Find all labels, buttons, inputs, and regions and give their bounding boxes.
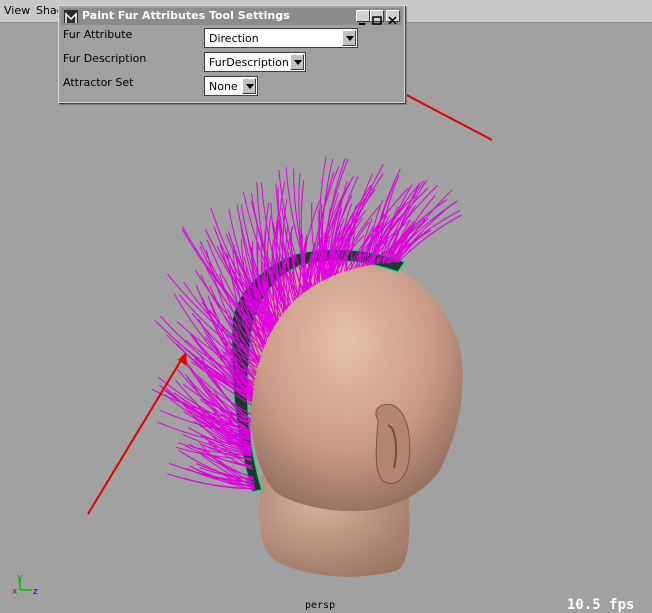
viewport-3d[interactable]: y x z View Shac Paint Fur Attributes Too… <box>0 0 652 613</box>
close-icon[interactable] <box>386 10 400 25</box>
dropdown-arrow-icon[interactable] <box>290 54 304 70</box>
camera-name: persp <box>305 600 336 611</box>
fur-attribute-value: Direction <box>209 32 259 45</box>
svg-text:x: x <box>12 587 18 597</box>
tool-settings-dialog: Paint Fur Attributes Tool Settings Fur A… <box>58 5 405 103</box>
annotation-arrow-bottom <box>87 356 184 515</box>
dialog-titlebar[interactable]: Paint Fur Attributes Tool Settings <box>61 8 402 25</box>
svg-text:z: z <box>33 587 38 597</box>
maya-logo-icon <box>64 10 78 23</box>
fur-attribute-dropdown[interactable]: Direction <box>204 28 358 48</box>
maximize-icon[interactable] <box>370 10 384 25</box>
minimize-icon[interactable] <box>356 10 370 25</box>
dialog-title: Paint Fur Attributes Tool Settings <box>82 9 290 22</box>
fur-description-value: FurDescription1 <box>209 56 296 69</box>
fur-attribute-label: Fur Attribute <box>63 28 133 41</box>
fur-description-label: Fur Description <box>63 52 147 65</box>
svg-text:y: y <box>17 573 23 583</box>
dropdown-arrow-icon[interactable] <box>242 78 256 94</box>
fur-description-dropdown[interactable]: FurDescription1 <box>204 52 306 72</box>
attractor-set-value: None <box>209 80 238 93</box>
attractor-set-dropdown[interactable]: None <box>204 76 258 96</box>
dropdown-arrow-icon[interactable] <box>342 30 356 46</box>
attractor-set-label: Attractor Set <box>63 76 134 89</box>
menu-view[interactable]: View <box>4 4 30 17</box>
fps-readout: 10.5 fps <box>567 597 635 613</box>
axis-gizmo: y x z <box>12 573 38 597</box>
